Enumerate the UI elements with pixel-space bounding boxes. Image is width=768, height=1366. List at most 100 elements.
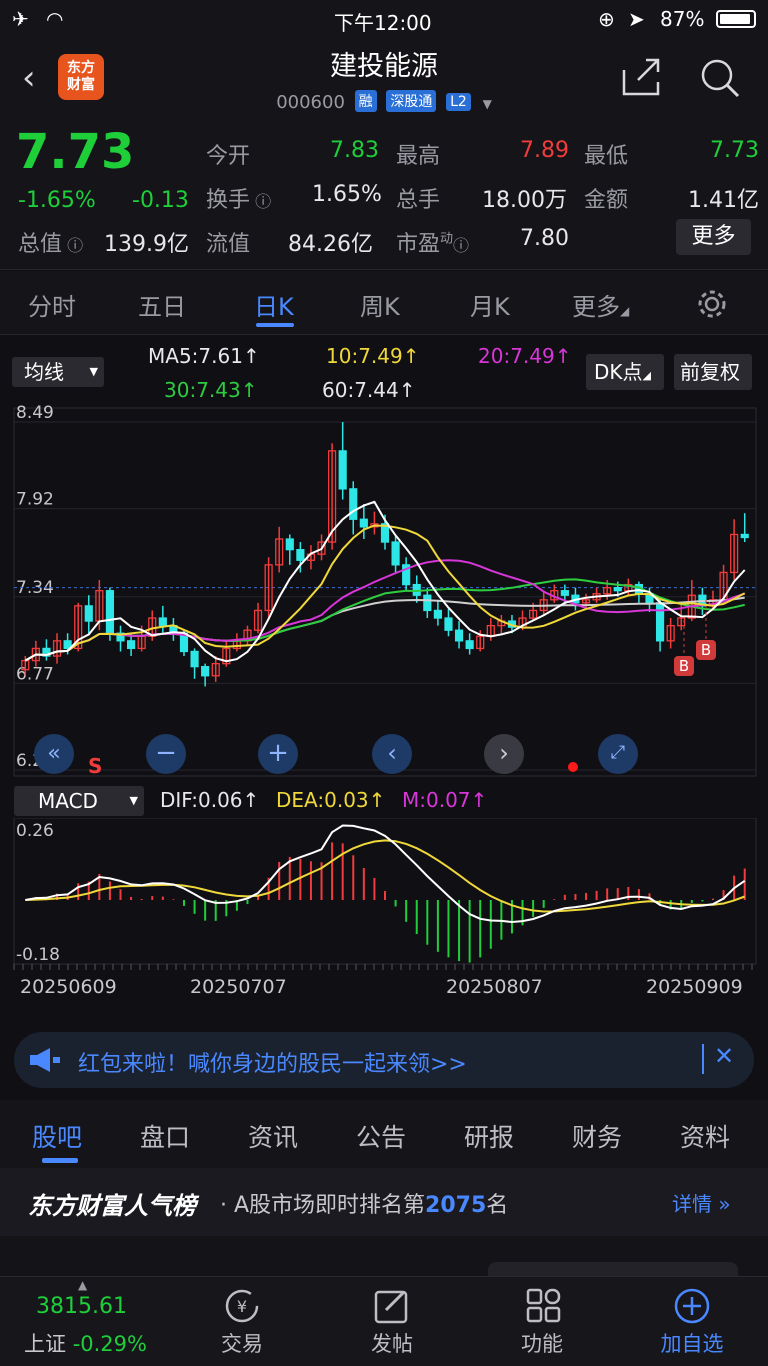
tab-weekly-k[interactable]: 周K [360, 287, 400, 322]
low-label: 最低 [584, 144, 629, 169]
fullscreen-icon[interactable]: ⤢ [598, 734, 638, 774]
index-change: -0.29% [72, 1332, 147, 1356]
info-icon[interactable]: ⓘ [250, 192, 271, 211]
grid-icon[interactable] [524, 1286, 564, 1326]
high-value: 7.89 [520, 138, 569, 163]
candle-body [285, 538, 294, 551]
adjust-button[interactable]: 前复权 [674, 354, 752, 390]
share-icon[interactable] [620, 56, 664, 100]
candle-body [465, 640, 474, 650]
date-label: 20250807 [446, 976, 543, 998]
chevron-up-icon[interactable]: ▲ [78, 1278, 87, 1292]
tab-order-book[interactable]: 盘口 [140, 1118, 190, 1154]
edit-icon[interactable] [372, 1286, 412, 1326]
ma10-label: 10:7.49↑ [326, 344, 420, 368]
add-circle-icon[interactable] [672, 1286, 712, 1326]
buy-signal: B [696, 640, 716, 660]
yen-exchange-icon[interactable]: ¥ [222, 1286, 262, 1326]
trade-label[interactable]: 交易 [212, 1328, 272, 1358]
scroll-right-button[interactable]: › [484, 734, 524, 774]
add-watchlist-label[interactable]: 加自选 [652, 1328, 732, 1358]
rank-detail-link[interactable]: 详情 » [672, 1188, 731, 1217]
divider [702, 1044, 704, 1074]
tab-intraday[interactable]: 分时 [28, 287, 76, 322]
candle-body [444, 617, 453, 631]
wifi-icon: ◠ [46, 7, 64, 31]
zoom-out-button[interactable]: − [146, 734, 186, 774]
pe-value: 7.80 [520, 226, 569, 251]
tab-five-day[interactable]: 五日 [138, 287, 186, 322]
macd-tick-label: -0.18 [16, 945, 60, 965]
candle-body [423, 594, 432, 612]
last-price: 7.73 [16, 124, 135, 180]
live-dot [568, 762, 578, 772]
volume-value: 18.00万 [482, 188, 567, 213]
dea-label: DEA:0.03↑ [276, 788, 386, 812]
location-icon: ➤ [628, 7, 645, 31]
time-axis-ticks [0, 966, 768, 974]
airplane-icon: ✈ [12, 7, 29, 31]
more-button[interactable]: 更多 [676, 219, 751, 255]
info-icon[interactable]: ⓘ [62, 236, 83, 255]
ma30-label: 30:7.43↑ [164, 378, 258, 402]
change-amount: -0.13 [132, 188, 189, 213]
candle-body [201, 666, 210, 677]
zoom-in-button[interactable]: + [258, 734, 298, 774]
candle-body [84, 605, 93, 622]
tab-announcements[interactable]: 公告 [356, 1118, 406, 1154]
scroll-left-button[interactable]: ‹ [372, 734, 412, 774]
macd-dropdown[interactable]: MACD ▼ [14, 786, 144, 816]
tab-forum[interactable]: 股吧 [32, 1118, 82, 1154]
post-label[interactable]: 发帖 [362, 1328, 422, 1358]
rank-text: · A股市场即时排名第2075名 [220, 1193, 509, 1218]
ma5-label: MA5:7.61↑ [148, 344, 260, 368]
candle-body [338, 450, 347, 490]
candle-body [655, 602, 665, 642]
amount-label: 金额 [584, 188, 629, 213]
fast-back-button[interactable]: « [34, 734, 74, 774]
index-name[interactable]: 上证 -0.29% [24, 1328, 147, 1358]
tab-research[interactable]: 研报 [464, 1118, 514, 1154]
ma20-label: 20:7.49↑ [478, 344, 572, 368]
candlestick-chart[interactable]: 8.497.927.346.776.20 [0, 400, 768, 786]
megaphone-icon [30, 1048, 60, 1072]
close-icon[interactable]: ✕ [714, 1042, 734, 1070]
search-icon[interactable] [698, 56, 742, 100]
tab-monthly-k[interactable]: 月K [470, 287, 510, 322]
chevron-down-icon: ▼ [129, 794, 138, 807]
tab-profile[interactable]: 资料 [680, 1118, 730, 1154]
info-icon[interactable]: ⓘ [453, 236, 469, 255]
candle-body [158, 617, 167, 627]
candle-body [296, 549, 305, 561]
tab-news[interactable]: 资讯 [248, 1118, 298, 1154]
total-value-label: 总值 ⓘ [18, 232, 84, 257]
tab-daily-k[interactable]: 日K [254, 287, 294, 322]
content-card-edge [488, 1262, 738, 1276]
turnover-value: 1.65% [312, 182, 382, 207]
dif-label: DIF:0.06↑ [160, 788, 260, 812]
buy-signal: B [674, 656, 694, 676]
volume-label: 总手 [396, 188, 441, 213]
total-value: 139.9亿 [104, 232, 189, 257]
ma60-label: 60:7.44↑ [322, 378, 416, 402]
macd-chart[interactable]: 0.26 -0.18 [0, 818, 768, 970]
candle-body [391, 541, 400, 566]
banner-text[interactable]: 红包来啦！喊你身边的股民一起来领>> [78, 1046, 467, 1078]
gear-icon[interactable] [696, 288, 728, 320]
turnover-label: 换手 ⓘ [206, 188, 272, 213]
chevron-down-icon: ▼ [89, 365, 98, 378]
dk-point-button[interactable]: DK点◢ [586, 354, 664, 390]
rotation-lock-icon: ⊕ [598, 7, 615, 31]
tab-finance[interactable]: 财务 [572, 1118, 622, 1154]
index-value[interactable]: 3815.61 [36, 1294, 127, 1319]
dea-line [25, 839, 746, 913]
status-time: 下午12:00 [334, 11, 432, 35]
candle-body [359, 518, 368, 528]
low-value: 7.73 [710, 138, 759, 163]
tab-more[interactable]: 更多◢ [572, 287, 629, 322]
candle-body [349, 488, 358, 520]
m-label: M:0.07↑ [402, 788, 488, 812]
function-label[interactable]: 功能 [512, 1328, 572, 1358]
corner-arrow-icon: ◢ [642, 369, 651, 382]
ma-dropdown[interactable]: 均线 ▼ [12, 357, 104, 387]
